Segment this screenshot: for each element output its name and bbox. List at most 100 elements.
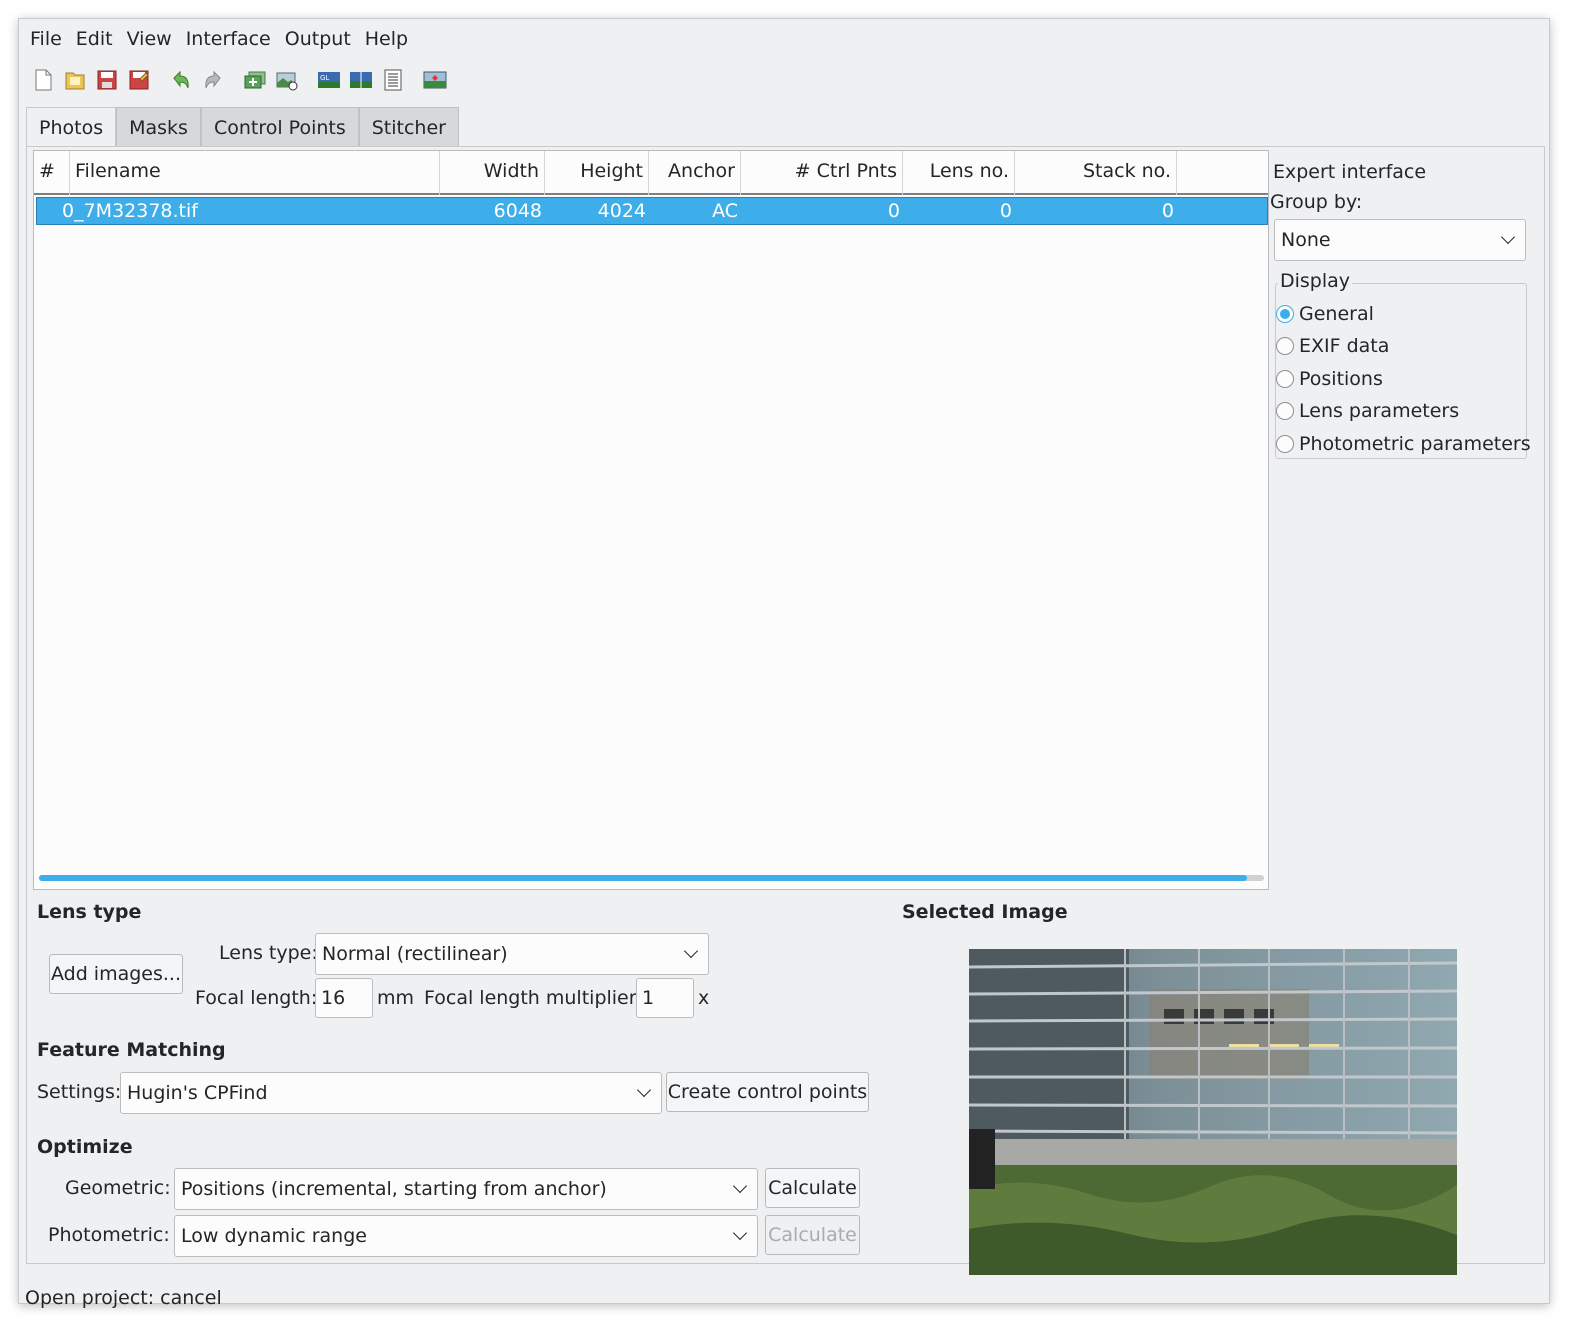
radio-photometric-label: Photometric parameters	[1299, 433, 1531, 455]
new-project-icon[interactable]	[27, 64, 59, 96]
radio-exif-data[interactable]: EXIF data	[1276, 331, 1389, 361]
cell-width: 6048	[493, 200, 542, 222]
radio-button[interactable]	[1276, 402, 1294, 420]
feature-settings-value: Hugin's CPFind	[127, 1082, 268, 1104]
col-stack-no[interactable]: Stack no.	[1015, 151, 1177, 195]
radio-button[interactable]	[1276, 435, 1294, 453]
add-timed-images-icon[interactable]	[271, 64, 303, 96]
display-label: Display	[1278, 270, 1353, 292]
tab-masks[interactable]: Masks	[116, 107, 201, 147]
col-lens-no[interactable]: Lens no.	[903, 151, 1015, 195]
save-as-icon[interactable]	[123, 64, 155, 96]
group-by-label: Group by:	[1270, 191, 1363, 213]
fast-preview-gl-icon[interactable]: GL	[313, 64, 345, 96]
col-filename[interactable]: Filename	[70, 151, 440, 195]
col-height[interactable]: Height	[545, 151, 649, 195]
tab-control-points[interactable]: Control Points	[200, 107, 359, 147]
radio-button[interactable]	[1276, 370, 1294, 388]
chevron-down-icon	[1500, 229, 1516, 245]
radio-lens-label: Lens parameters	[1299, 400, 1460, 422]
cell-lens-no: 0	[999, 200, 1012, 222]
radio-positions-label: Positions	[1299, 368, 1383, 390]
cell-anchor: AC	[712, 200, 738, 222]
cell-ctrl-pnts: 0	[887, 200, 900, 222]
focal-length-label: Focal length:	[195, 987, 318, 1009]
radio-lens-parameters[interactable]: Lens parameters	[1276, 396, 1459, 426]
images-table[interactable]: # Filename Width Height Anchor # Ctrl Pn…	[33, 150, 1269, 890]
geometric-select[interactable]: Positions (incremental, starting from an…	[174, 1168, 758, 1210]
col-anchor[interactable]: Anchor	[649, 151, 741, 195]
add-images-icon[interactable]	[239, 64, 271, 96]
feature-settings-select[interactable]: Hugin's CPFind	[120, 1072, 662, 1114]
focal-multiplier-input[interactable]: 1	[636, 978, 694, 1018]
lens-type-title: Lens type	[37, 901, 142, 923]
radio-general-label: General	[1299, 303, 1374, 325]
redo-icon[interactable]	[197, 64, 229, 96]
geometric-calculate-button[interactable]: Calculate	[765, 1168, 860, 1208]
chevron-down-icon	[732, 1225, 748, 1241]
table-header: # Filename Width Height Anchor # Ctrl Pn…	[34, 151, 1268, 195]
chevron-down-icon	[636, 1082, 652, 1098]
radio-photometric-parameters[interactable]: Photometric parameters	[1276, 429, 1531, 459]
col-width[interactable]: Width	[440, 151, 545, 195]
menu-output[interactable]: Output	[278, 19, 358, 59]
geometric-label: Geometric:	[65, 1177, 171, 1199]
undo-icon[interactable]	[165, 64, 197, 96]
table-row[interactable]: 0_7M32378.tif 6048 4024 AC 0 0 0	[36, 197, 1268, 225]
menu-file[interactable]: File	[23, 19, 69, 59]
photometric-calculate-button[interactable]: Calculate	[765, 1215, 860, 1255]
lens-type-value: Normal (rectilinear)	[322, 943, 508, 965]
group-by-value: None	[1281, 229, 1331, 251]
radio-general[interactable]: General	[1276, 299, 1374, 329]
chevron-down-icon	[683, 943, 699, 959]
tab-stitcher[interactable]: Stitcher	[358, 107, 459, 147]
tab-photos[interactable]: Photos	[26, 107, 117, 147]
optimize-icon[interactable]	[377, 64, 409, 96]
photometric-label: Photometric:	[48, 1224, 170, 1246]
focal-multiplier-label: Focal length multiplier:	[424, 987, 643, 1009]
expert-interface-label: Expert interface	[1273, 161, 1427, 183]
add-images-button[interactable]: Add images...	[49, 954, 183, 994]
menubar: File Edit View Interface Output Help	[19, 19, 1549, 59]
preview-icon[interactable]	[345, 64, 377, 96]
focal-length-input[interactable]: 16	[315, 978, 373, 1018]
col-number[interactable]: #	[34, 151, 70, 195]
toolbar: GL	[27, 63, 451, 97]
display-groupbox: Display General EXIF data Positions Lens…	[1275, 270, 1531, 459]
selected-image-title: Selected Image	[902, 901, 1068, 923]
status-bar: Open project: cancel	[25, 1287, 222, 1309]
horizontal-scrollbar[interactable]	[39, 875, 1264, 881]
hugin-window: File Edit View Interface Output Help GL …	[18, 18, 1550, 1309]
menu-help[interactable]: Help	[358, 19, 415, 59]
settings-label: Settings:	[37, 1081, 122, 1103]
radio-positions[interactable]: Positions	[1276, 364, 1383, 394]
photometric-select[interactable]: Low dynamic range	[174, 1215, 758, 1257]
save-project-icon[interactable]	[91, 64, 123, 96]
radio-exif-label: EXIF data	[1299, 335, 1390, 357]
stitch-icon[interactable]	[419, 64, 451, 96]
lens-type-label: Lens type:	[219, 942, 318, 964]
photos-panel: # Filename Width Height Anchor # Ctrl Pn…	[26, 146, 1545, 1275]
group-by-select[interactable]: None	[1274, 219, 1526, 261]
svg-text:GL: GL	[320, 74, 329, 82]
selected-image-preview	[969, 949, 1457, 1275]
optimize-title: Optimize	[37, 1136, 133, 1158]
create-control-points-button[interactable]: Create control points	[666, 1072, 869, 1112]
radio-button-checked[interactable]	[1276, 305, 1294, 323]
focal-length-unit: mm	[377, 987, 415, 1009]
photometric-value: Low dynamic range	[181, 1225, 367, 1247]
radio-button[interactable]	[1276, 337, 1294, 355]
col-ctrl-pnts[interactable]: # Ctrl Pnts	[741, 151, 903, 195]
main-tabs: Photos Masks Control Points Stitcher	[26, 107, 459, 147]
lens-type-select[interactable]: Normal (rectilinear)	[315, 933, 709, 975]
cell-filename: 0_7M32378.tif	[62, 200, 198, 222]
cell-stack-no: 0	[1161, 200, 1174, 222]
menu-view[interactable]: View	[120, 19, 179, 59]
feature-matching-title: Feature Matching	[37, 1039, 226, 1061]
chevron-down-icon	[732, 1178, 748, 1194]
focal-multiplier-unit: x	[698, 987, 710, 1009]
menu-edit[interactable]: Edit	[69, 19, 120, 59]
open-project-icon[interactable]	[59, 64, 91, 96]
menu-interface[interactable]: Interface	[179, 19, 278, 59]
cell-height: 4024	[597, 200, 646, 222]
